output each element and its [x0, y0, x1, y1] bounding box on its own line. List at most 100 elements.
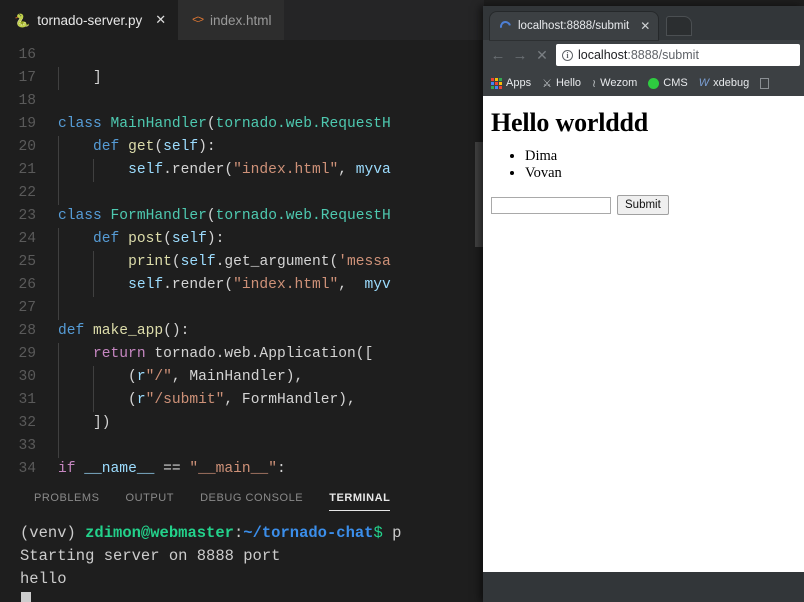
code-token: ( — [58, 392, 137, 408]
bookmark-label: Wezom — [600, 77, 638, 89]
code-token: def — [93, 231, 129, 247]
indent-guide — [93, 274, 95, 297]
panel-tab-terminal[interactable]: TERMINAL — [329, 492, 391, 511]
bookmark-label: xdebug — [713, 77, 750, 89]
bookmark-cms[interactable]: CMS — [645, 75, 690, 91]
code-text — [58, 435, 484, 458]
terminal-line-3: hello — [20, 570, 67, 588]
code-token: class — [58, 116, 111, 132]
code-token: self — [128, 277, 164, 293]
code-editor[interactable]: 16 17 ] 18 19 class MainHandler(tornado.web.… — [0, 41, 484, 486]
line-number: 26 — [18, 277, 36, 293]
indent-guide — [58, 297, 59, 320]
bookmark-label: Apps — [506, 77, 532, 89]
submit-button[interactable]: Submit — [617, 195, 669, 215]
code-token: self — [171, 231, 207, 247]
bottom-panel: PROBLEMS OUTPUT DEBUG CONSOLE TERMINAL (… — [0, 486, 484, 602]
code-token: == — [154, 461, 190, 477]
screen: 🐍 tornado-server.py ✕ <> index.html 16 17… — [0, 0, 804, 602]
line-number: 19 — [18, 116, 36, 132]
editor-tab-index-html[interactable]: <> index.html — [178, 0, 284, 40]
bookmarks-bar: Apps ⚔ Hello ≀ Wezom CMS W xdebug — [483, 70, 804, 96]
code-line: 26 self.render("index.html", myv — [0, 274, 484, 297]
indent-guide — [93, 251, 95, 274]
bookmark-label: Hello — [555, 77, 582, 89]
panel-tab-debug-console[interactable]: DEBUG CONSOLE — [200, 492, 303, 510]
name-list: DimaVovan — [525, 148, 796, 181]
code-token: , FormHandler), — [224, 392, 356, 408]
code-line: 34 if __name__ == "__main__": — [0, 458, 484, 481]
python-file-icon: 🐍 — [14, 12, 31, 28]
indent-guide — [58, 136, 59, 159]
code-token: ( — [171, 254, 181, 270]
indent-guide — [58, 366, 59, 389]
code-line: 32 ]) — [0, 412, 484, 435]
browser-tab[interactable]: localhost:8888/submit ✕ — [490, 12, 659, 40]
code-text: self.render("index.html", myva — [58, 159, 484, 182]
back-icon[interactable]: ← — [487, 47, 509, 64]
list-item: Dima — [525, 148, 796, 164]
indent-guide — [58, 228, 59, 251]
code-token: tornado.web.RequestH — [215, 116, 391, 132]
close-icon[interactable]: ✕ — [640, 19, 650, 33]
panel-tab-problems[interactable]: PROBLEMS — [34, 492, 100, 510]
address-bar[interactable]: i localhost:8888/submit — [556, 44, 800, 66]
code-token: self — [180, 254, 216, 270]
close-icon[interactable]: ✕ — [155, 12, 166, 28]
terminal-output[interactable]: (venv) zdimon@webmaster:~/tornado-chat$ … — [0, 516, 484, 602]
code-token: myva — [355, 162, 391, 178]
code-token: "index.html" — [233, 277, 339, 293]
code-line: 28 def make_app(): — [0, 320, 484, 343]
line-number: 25 — [18, 254, 36, 270]
forward-icon[interactable]: → — [509, 47, 531, 64]
w-letter-icon: W — [698, 77, 710, 89]
bookmark-hello[interactable]: ⚔ Hello — [539, 75, 584, 92]
panel-tab-output[interactable]: OUTPUT — [126, 492, 175, 510]
message-input[interactable] — [491, 196, 611, 214]
browser-tab-strip: localhost:8888/submit ✕ — [483, 6, 804, 40]
panel-tab-bar: PROBLEMS OUTPUT DEBUG CONSOLE TERMINAL — [0, 486, 484, 516]
code-text: class MainHandler(tornado.web.RequestH — [58, 113, 484, 136]
editor-tab-tornado-server-py[interactable]: 🐍 tornado-server.py ✕ — [0, 0, 179, 40]
code-token: __name__ — [84, 461, 155, 477]
info-circle-icon[interactable]: i — [562, 49, 573, 61]
code-token: ): — [206, 231, 225, 247]
page-content: Hello worlddd DimaVovan Submit — [483, 96, 804, 572]
message-form: Submit — [491, 195, 796, 215]
bookmark-overflow[interactable] — [757, 76, 772, 91]
code-token: self — [128, 162, 164, 178]
bookmark-apps[interactable]: Apps — [488, 75, 534, 91]
code-line: 23 class FormHandler(tornado.web.RequestH — [0, 205, 484, 228]
code-token: FormHandler — [110, 208, 207, 224]
indent-guide — [58, 67, 59, 90]
tools-icon: ⚔ — [542, 77, 552, 90]
code-text: self.render("index.html", myv — [58, 274, 484, 297]
code-token: post — [128, 231, 164, 247]
code-line: 25 print(self.get_argument('messa — [0, 251, 484, 274]
code-token: , — [338, 277, 365, 293]
code-line: 27 — [0, 297, 484, 320]
editor-scrollbar-thumb[interactable] — [475, 142, 483, 247]
code-line: 17 ] — [0, 67, 484, 90]
line-number: 20 — [18, 139, 36, 155]
list-item: Vovan — [525, 165, 796, 181]
page-title: Hello worlddd — [491, 108, 649, 137]
code-line: 16 — [0, 44, 484, 67]
code-token: ): — [198, 139, 216, 155]
code-token: tornado.web.RequestH — [215, 208, 391, 224]
bookmark-xdebug[interactable]: W xdebug — [696, 75, 752, 91]
bookmark-wezom[interactable]: ≀ Wezom — [589, 75, 640, 92]
stop-icon[interactable]: ✕ — [531, 47, 553, 64]
line-number: 29 — [18, 346, 36, 362]
line-number: 18 — [18, 93, 36, 109]
code-token: get — [128, 139, 155, 155]
new-tab-button[interactable] — [666, 16, 693, 36]
vscode-window: 🐍 tornado-server.py ✕ <> index.html 16 17… — [0, 0, 484, 602]
code-token: return — [93, 346, 155, 362]
code-line: 21 self.render("index.html", myva — [0, 159, 484, 182]
bookmark-label: CMS — [663, 77, 688, 89]
code-token: class — [58, 208, 111, 224]
